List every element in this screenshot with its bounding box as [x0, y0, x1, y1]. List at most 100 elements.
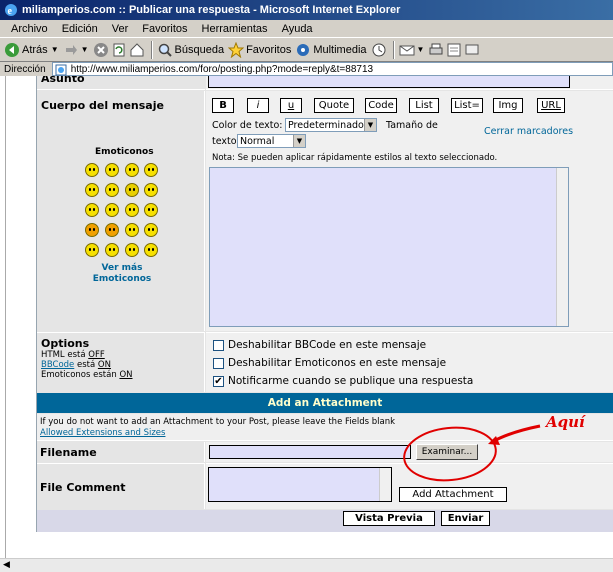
- discuss-icon[interactable]: [464, 42, 480, 58]
- comment-scrollbar[interactable]: [379, 468, 391, 501]
- back-label: Atrás: [22, 43, 48, 56]
- bbcode-list-button[interactable]: List: [409, 98, 439, 113]
- history-icon[interactable]: [371, 42, 387, 58]
- mail-icon[interactable]: [399, 42, 415, 58]
- option-emoticons-line: Emoticonos están ON: [41, 370, 133, 380]
- stop-icon[interactable]: [93, 42, 109, 58]
- bbcode-list-ordered-button[interactable]: List=: [451, 98, 483, 113]
- media-label: Multimedia: [313, 43, 367, 56]
- emoticon-shocked[interactable]: [105, 183, 119, 197]
- annotation-label: Aquí: [546, 413, 585, 431]
- media-button[interactable]: Multimedia: [295, 42, 367, 58]
- menu-bar: Archivo Edición Ver Favoritos Herramient…: [0, 20, 613, 38]
- search-icon: [158, 43, 172, 57]
- search-button[interactable]: Búsqueda: [157, 42, 224, 58]
- file-path-input[interactable]: [209, 445, 411, 459]
- bbcode-underline-button[interactable]: u: [280, 98, 302, 113]
- emoticon-question[interactable]: [105, 243, 119, 257]
- disable-emoticons-checkbox[interactable]: [213, 358, 224, 369]
- attachment-note: If you do not want to add an Attachment …: [40, 417, 396, 427]
- submit-row: Vista Previa Enviar: [37, 510, 613, 532]
- window-title-bar: e miliamperios.com :: Publicar una respu…: [0, 0, 613, 20]
- emoticon-biggrin[interactable]: [105, 163, 119, 177]
- svg-text:e: e: [8, 6, 13, 17]
- bbcode-url-button[interactable]: URL: [537, 98, 565, 113]
- forward-button[interactable]: ▼: [63, 42, 89, 58]
- notify-checkbox[interactable]: ✔: [213, 376, 224, 387]
- bbcode-italic-button[interactable]: i: [247, 98, 269, 113]
- file-comment-textarea[interactable]: [208, 467, 392, 502]
- subject-input[interactable]: [208, 76, 570, 88]
- dropdown-arrow-icon: ▼: [80, 45, 89, 54]
- textarea-scrollbar[interactable]: [556, 168, 568, 326]
- emoticon-wink[interactable]: [144, 223, 158, 237]
- option-emoticons-text: Emoticonos están: [41, 370, 117, 380]
- emoticon-twisted[interactable]: [105, 223, 119, 237]
- emoticon-cool[interactable]: [125, 183, 139, 197]
- menu-ver[interactable]: Ver: [105, 23, 136, 35]
- bbcode-bold-button[interactable]: B: [212, 98, 234, 113]
- horizontal-scrollbar[interactable]: ◀: [0, 558, 613, 572]
- comment-label: File Comment: [40, 481, 126, 494]
- home-icon[interactable]: [129, 42, 145, 58]
- window-title: miliamperios.com :: Publicar una respues…: [22, 4, 401, 16]
- emoticon-arrow[interactable]: [144, 243, 158, 257]
- address-url: http://www.miliamperios.com/foro/posting…: [70, 63, 374, 75]
- filename-label: Filename: [40, 446, 97, 459]
- bbcode-code-button[interactable]: Code: [365, 98, 397, 113]
- menu-favoritos[interactable]: Favoritos: [135, 23, 194, 35]
- emoticon-evil[interactable]: [85, 223, 99, 237]
- preview-button[interactable]: Vista Previa: [343, 511, 435, 526]
- option-bbcode-text: está: [76, 360, 96, 370]
- menu-herramientas[interactable]: Herramientas: [195, 23, 275, 35]
- body-label: Cuerpo del mensaje: [41, 99, 164, 112]
- print-icon[interactable]: [428, 42, 444, 58]
- emoticon-surprised[interactable]: [85, 183, 99, 197]
- scroll-left-icon[interactable]: ◀: [3, 559, 10, 570]
- subject-label-cell: Asunto: [37, 76, 205, 90]
- close-tags-link[interactable]: Cerrar marcadores: [484, 126, 573, 137]
- emoticon-embarassed[interactable]: [125, 203, 139, 217]
- option-html-text: HTML está: [41, 350, 86, 360]
- emoticon-sad[interactable]: [144, 163, 158, 177]
- emoticon-cry[interactable]: [144, 203, 158, 217]
- emoticon-razz[interactable]: [105, 203, 119, 217]
- back-button[interactable]: Atrás ▼: [4, 42, 59, 58]
- disable-bbcode-checkbox[interactable]: [213, 340, 224, 351]
- ie-logo-icon: e: [5, 4, 17, 17]
- submit-button[interactable]: Enviar: [441, 511, 490, 526]
- media-icon: [297, 43, 310, 56]
- left-scroll-edge: [5, 76, 6, 572]
- refresh-icon[interactable]: [111, 42, 127, 58]
- font-color-select[interactable]: Predeterminado ▼: [285, 118, 377, 132]
- notify-label: Notificarme cuando se publique una respu…: [228, 375, 474, 387]
- menu-ayuda[interactable]: Ayuda: [275, 23, 320, 35]
- font-size-select[interactable]: Normal ▼: [237, 134, 306, 148]
- emoticon-exclaim[interactable]: [85, 243, 99, 257]
- more-emoticons-link[interactable]: Ver más Emoticonos: [87, 263, 157, 285]
- font-color-value: Predeterminado: [288, 119, 364, 131]
- bbcode-quote-button[interactable]: Quote: [314, 98, 354, 113]
- page-icon: [55, 64, 67, 76]
- emoticon-rolleyes[interactable]: [125, 223, 139, 237]
- emoticon-laughing[interactable]: [144, 183, 158, 197]
- option-html-state: OFF: [88, 350, 105, 360]
- help-hint: Nota: Se pueden aplicar rápidamente esti…: [212, 153, 498, 163]
- bbcode-img-button[interactable]: Img: [493, 98, 523, 113]
- address-input[interactable]: http://www.miliamperios.com/foro/posting…: [51, 62, 613, 76]
- back-arrow-icon: [5, 42, 19, 57]
- emoticon-idea[interactable]: [125, 243, 139, 257]
- address-bar: Dirección http://www.miliamperios.com/fo…: [0, 62, 613, 76]
- bbcode-help-link[interactable]: BBCode: [41, 360, 74, 370]
- menu-archivo[interactable]: Archivo: [4, 23, 55, 35]
- emoticon-smile[interactable]: [85, 163, 99, 177]
- message-textarea[interactable]: [209, 167, 569, 327]
- annotation-arrow-icon: [491, 424, 541, 444]
- font-size-label-2: texto:: [212, 136, 240, 147]
- edit-icon[interactable]: [446, 42, 462, 58]
- emoticon-happy[interactable]: [125, 163, 139, 177]
- allowed-extensions-link[interactable]: Allowed Extensions and Sizes: [40, 428, 165, 438]
- favorites-button[interactable]: Favoritos: [228, 41, 291, 58]
- emoticon-confused[interactable]: [85, 203, 99, 217]
- menu-edicion[interactable]: Edición: [55, 23, 105, 35]
